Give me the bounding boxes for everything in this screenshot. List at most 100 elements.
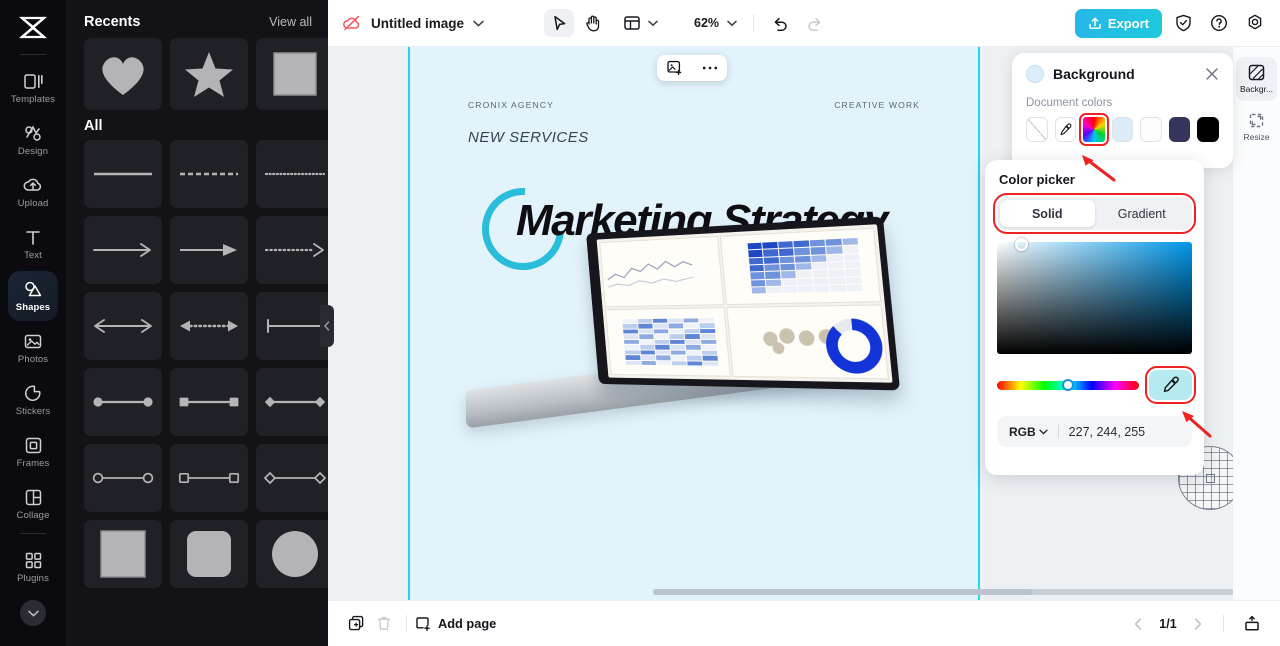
redo-button[interactable] xyxy=(799,9,829,37)
prev-page-button[interactable] xyxy=(1127,613,1149,635)
background-color-preview[interactable] xyxy=(1026,65,1044,83)
zoom-control[interactable]: 62% xyxy=(689,16,742,30)
right-rail-item-resize[interactable]: Resize xyxy=(1236,105,1277,149)
panel-collapse-handle[interactable] xyxy=(320,305,334,347)
shape-line-circle-ends[interactable] xyxy=(84,368,162,436)
chevron-down-icon[interactable] xyxy=(473,20,484,27)
design-label-left: CRONIX AGENCY xyxy=(468,100,554,110)
select-tool-button[interactable] xyxy=(544,9,574,37)
sv-handle[interactable] xyxy=(1015,238,1028,251)
shape-heart[interactable] xyxy=(84,38,162,110)
right-rail-label: Backgr... xyxy=(1240,84,1273,94)
swatch-white[interactable] xyxy=(1140,117,1162,142)
sidebar-item-collage[interactable]: Collage xyxy=(8,479,58,529)
bottombar-divider xyxy=(406,615,407,632)
tab-gradient[interactable]: Gradient xyxy=(1095,200,1190,227)
delete-page-button[interactable] xyxy=(370,611,398,637)
sidebar-item-text[interactable]: Text xyxy=(8,219,58,269)
duplicate-page-icon xyxy=(348,615,365,632)
undo-button[interactable] xyxy=(765,9,795,37)
donut-chart xyxy=(824,318,885,374)
design-label-right: CREATIVE WORK xyxy=(834,100,920,110)
shape-arrow-filled[interactable] xyxy=(170,216,248,284)
hand-tool-button[interactable] xyxy=(578,9,608,37)
shape-square-outline[interactable] xyxy=(256,38,328,110)
hue-row xyxy=(997,370,1192,400)
photos-icon xyxy=(23,331,43,351)
sidebar-item-design[interactable]: Design xyxy=(8,115,58,165)
sidebar-item-photos[interactable]: Photos xyxy=(8,323,58,373)
sidebar-item-templates[interactable]: Templates xyxy=(8,63,58,113)
right-rail-item-background[interactable]: Backgr... xyxy=(1236,57,1277,101)
shape-line-dashed[interactable] xyxy=(170,140,248,208)
shape-line-diamond-outline-ends[interactable] xyxy=(256,444,328,512)
swatch-no-color[interactable] xyxy=(1026,117,1048,142)
trash-icon xyxy=(376,615,392,632)
shape-line-circle-outline-ends[interactable] xyxy=(84,444,162,512)
settings-button[interactable] xyxy=(1240,9,1270,37)
cursor-icon xyxy=(552,15,567,32)
hue-handle[interactable] xyxy=(1062,379,1074,391)
help-button[interactable] xyxy=(1204,9,1234,37)
view-all-link[interactable]: View all xyxy=(269,15,312,29)
shape-arrow-double-dotted[interactable] xyxy=(170,292,248,360)
saturation-value-area[interactable] xyxy=(997,242,1192,354)
shape-line-solid[interactable] xyxy=(84,140,162,208)
sidebar-item-stickers[interactable]: Stickers xyxy=(8,375,58,425)
next-page-button[interactable] xyxy=(1187,613,1209,635)
swatch-rainbow-picker[interactable] xyxy=(1083,117,1104,142)
topbar-right-actions: Export xyxy=(1075,9,1280,38)
sidebar-item-shapes[interactable]: Shapes xyxy=(8,271,58,321)
duplicate-page-button[interactable] xyxy=(342,611,370,637)
rgb-mode-select[interactable]: RGB xyxy=(1009,425,1048,439)
sidebar-item-label: Templates xyxy=(11,94,55,105)
shape-line-square-outline-ends[interactable] xyxy=(170,444,248,512)
bottom-bar: Add page 1/1 xyxy=(328,600,1280,646)
rgb-value-input[interactable]: 227, 244, 255 xyxy=(1069,425,1145,439)
add-page-button[interactable]: Add page xyxy=(415,616,496,632)
eyedropper-button[interactable] xyxy=(1149,370,1192,400)
shapes-panel: Recents View all › All xyxy=(66,0,328,646)
shape-line-bar-ends[interactable] xyxy=(256,292,328,360)
shape-ellipse[interactable] xyxy=(256,520,328,588)
shape-line-dotted[interactable] xyxy=(256,140,328,208)
swatch-navy[interactable] xyxy=(1169,117,1191,142)
close-icon[interactable] xyxy=(1205,67,1219,81)
swatch-light-blue[interactable] xyxy=(1112,117,1134,142)
shape-arrow-dotted[interactable] xyxy=(256,216,328,284)
sidebar-item-plugins[interactable]: Plugins xyxy=(8,542,58,592)
shape-rounded-rectangle[interactable] xyxy=(170,520,248,588)
horizontal-scrollbar-thumb[interactable] xyxy=(653,589,1033,595)
design-page[interactable]: CRONIX AGENCY CREATIVE WORK NEW SERVICES… xyxy=(410,47,978,600)
shape-arrow-thin[interactable] xyxy=(84,216,162,284)
templates-icon xyxy=(23,71,43,91)
recents-title: Recents xyxy=(84,14,140,30)
app-logo-icon[interactable] xyxy=(13,10,53,46)
sidebar-item-label: Design xyxy=(18,146,48,157)
more-dots-icon[interactable] xyxy=(702,65,718,71)
shape-line-diamond-ends[interactable] xyxy=(256,368,328,436)
all-shapes-title: All xyxy=(66,110,328,140)
laptop-image[interactable] xyxy=(466,217,896,467)
shape-line-square-ends[interactable] xyxy=(170,368,248,436)
shape-rectangle[interactable] xyxy=(84,520,162,588)
swatch-black[interactable] xyxy=(1197,117,1219,142)
page-grid-view-button[interactable] xyxy=(1238,611,1266,637)
sidebar-item-frames[interactable]: Frames xyxy=(8,427,58,477)
rgb-value-row[interactable]: RGB 227, 244, 255 xyxy=(997,416,1192,447)
layout-tool-button[interactable] xyxy=(612,9,663,37)
export-button[interactable]: Export xyxy=(1075,9,1162,38)
tab-solid[interactable]: Solid xyxy=(1000,200,1095,227)
sidebar-item-label: Plugins xyxy=(17,573,49,584)
hue-slider[interactable] xyxy=(997,381,1139,390)
chart-card-line xyxy=(599,236,724,307)
shield-check-button[interactable] xyxy=(1168,9,1198,37)
swatch-eyedropper[interactable] xyxy=(1055,117,1077,142)
sidebar-item-upload[interactable]: Upload xyxy=(8,167,58,217)
document-title[interactable]: Untitled image xyxy=(371,16,464,31)
chevron-down-icon[interactable] xyxy=(20,600,46,626)
layout-icon xyxy=(617,9,647,37)
image-add-icon[interactable] xyxy=(667,60,683,76)
shape-arrow-double[interactable] xyxy=(84,292,162,360)
shape-star[interactable] xyxy=(170,38,248,110)
